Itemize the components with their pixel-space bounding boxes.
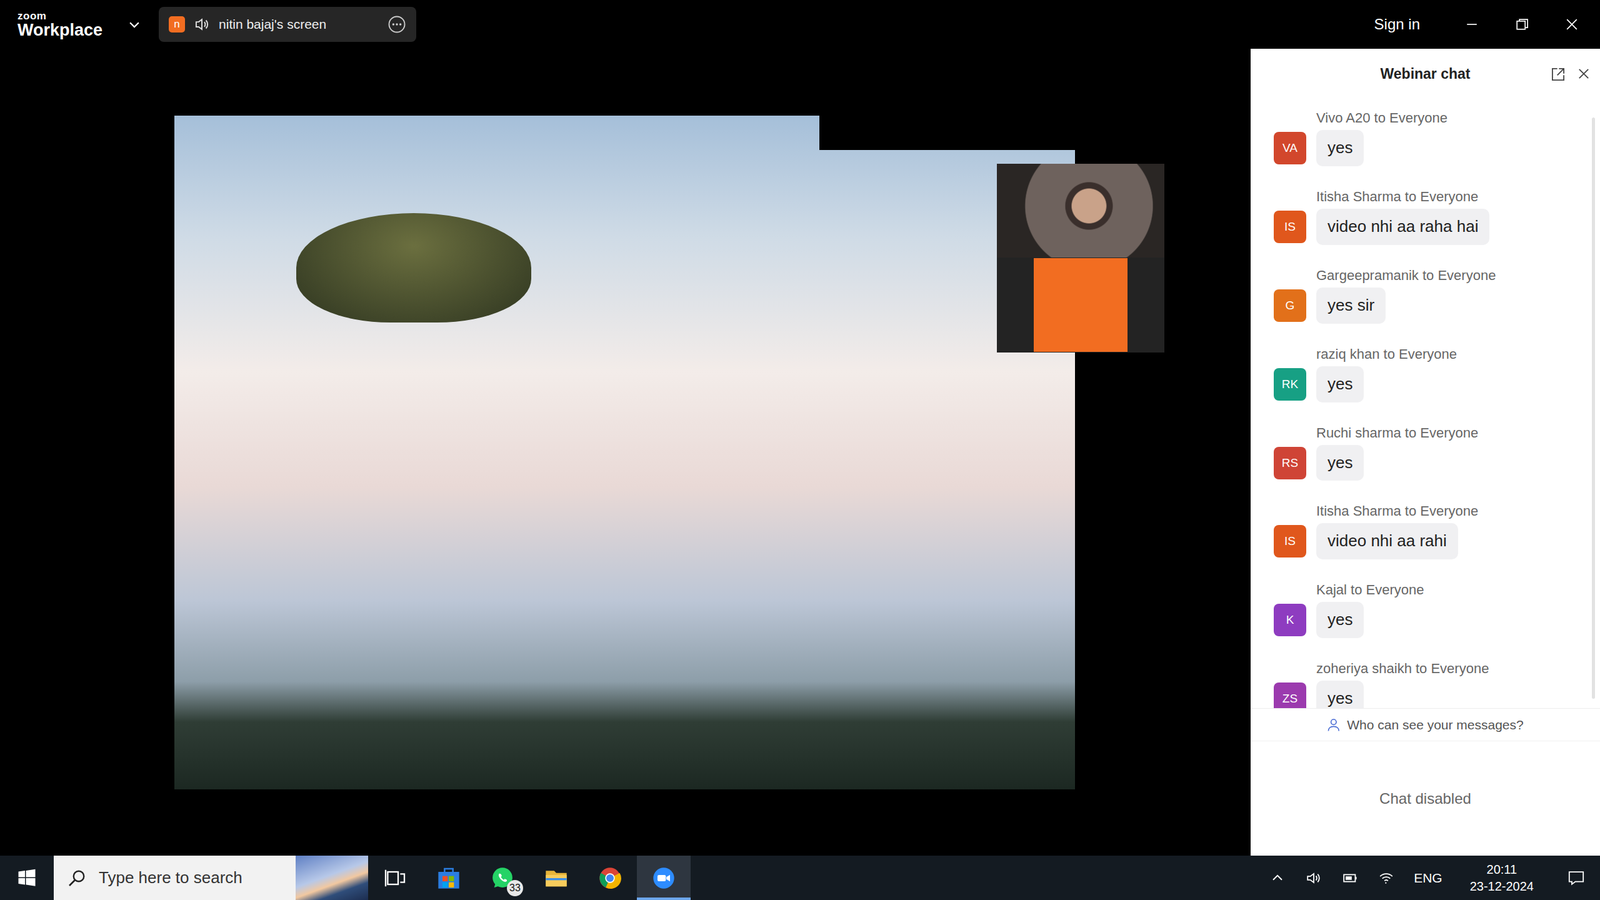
message-sender: Itisha Sharma to Everyone [1316,503,1575,520]
share-avatar: n [168,16,185,33]
minimize-icon[interactable] [1463,16,1480,33]
share-indicator[interactable]: n nitin bajaj's screen [158,6,417,42]
chat-status-text: Chat disabled [1379,790,1472,808]
taskbar-app[interactable] [368,855,422,900]
taskbar: Type here to search 33 ENG 20:11 23-12-2… [0,855,1600,900]
windows-icon [17,868,37,888]
message-list: Vivo A20 to Everyone VA yes Itisha Sharma… [1250,98,1600,709]
zoom-logo[interactable]: zoom Workplace [17,10,103,39]
chat-header: Webinar chat [1250,48,1600,99]
window-controls [1463,16,1580,33]
message-sender: Kajal to Everyone [1316,581,1575,599]
visibility-note[interactable]: Who can see your messages? [1250,708,1600,741]
scrollbar[interactable] [1591,117,1595,699]
sender-avatar: VA [1273,131,1307,165]
taskbar-app[interactable] [636,855,691,900]
sender-avatar: K [1273,603,1307,637]
sender-avatar: RK [1273,368,1307,401]
chat-message: Itisha Sharma to Everyone IS video nhi a… [1273,503,1575,560]
message-sender: Itisha Sharma to Everyone [1316,188,1575,205]
message-sender: zoheriya shaikh to Everyone [1316,660,1575,677]
chat-message: Vivo A20 to Everyone VA yes [1273,110,1575,167]
task-view-icon [382,865,408,891]
search-box[interactable]: Type here to search [53,855,369,900]
close-icon[interactable] [1563,16,1580,33]
search-highlight-image [295,855,369,900]
notification-badge: 33 [506,880,524,897]
speaker-icon[interactable] [193,16,210,33]
chat-message: Itisha Sharma to Everyone IS video nhi a… [1273,188,1575,245]
search-icon [67,868,87,888]
slide-image [174,115,1075,790]
message-bubble: yes [1316,601,1364,639]
message-bubble: video nhi aa rahi [1316,523,1459,560]
language-indicator[interactable]: ENG [1413,870,1443,886]
message-bubble: yes [1316,130,1364,167]
brand-name: zoom [17,10,103,22]
taskbar-app[interactable]: 33 [475,855,530,900]
person-icon [1326,717,1342,733]
message-bubble: video nhi aa raha hai [1316,208,1490,245]
sender-avatar: G [1273,289,1307,322]
sender-avatar: RS [1273,446,1307,480]
message-bubble: yes [1316,445,1364,482]
battery-icon[interactable] [1341,869,1359,887]
chrome-icon [597,865,623,891]
camera-video [996,163,1165,258]
zoom-app-icon [651,865,677,891]
message-bubble: yes [1316,366,1364,403]
message-sender: Vivo A20 to Everyone [1316,110,1575,127]
search-placeholder: Type here to search [98,868,284,888]
app-name: Workplace [17,21,103,39]
visibility-text: Who can see your messages? [1346,717,1524,733]
store-icon [436,865,462,891]
chat-panel: Webinar chat Vivo A20 to Everyone VA yes… [1250,48,1600,856]
system-tray: ENG 20:11 23-12-2024 [1268,855,1600,900]
chat-message: Ruchi sharma to Everyone RS yes [1273,425,1575,482]
video-thumbnails [996,163,1165,353]
taskbar-app[interactable] [583,855,637,900]
message-bubble: yes sir [1316,287,1386,324]
chat-message: raziq khan to Everyone RK yes [1273,346,1575,403]
chat-message: Gargeepramanik to Everyone G yes sir [1273,267,1575,324]
start-button[interactable] [0,855,54,900]
screen: zoom Workplace n nitin bajaj's screen Si… [0,0,1600,900]
watermark-bar [819,115,1075,150]
volume-icon[interactable] [1305,869,1323,887]
title-bar: zoom Workplace n nitin bajaj's screen Si… [0,0,1600,49]
sign-in-button[interactable]: Sign in [1374,15,1420,34]
message-bubble: yes [1316,680,1364,709]
share-stage [0,48,1251,856]
chat-message: zoheriya shaikh to Everyone ZS yes [1273,660,1575,709]
close-icon[interactable] [1576,66,1592,82]
share-label: nitin bajaj's screen [218,16,379,32]
clock[interactable]: 20:11 23-12-2024 [1470,861,1534,895]
folder-icon [543,865,569,891]
chat-status: Chat disabled [1250,740,1600,856]
taskbar-app[interactable] [529,855,584,900]
avatar-video [996,257,1165,353]
message-sender: Ruchi sharma to Everyone [1316,425,1575,442]
parachute-shape [296,213,532,323]
more-icon[interactable] [387,15,407,34]
sender-avatar: ZS [1273,682,1307,709]
clock-time: 20:11 [1486,861,1518,879]
chevron-up-icon[interactable] [1268,869,1287,887]
chevron-down-icon[interactable] [127,17,142,32]
wifi-icon[interactable] [1377,869,1395,887]
popout-icon[interactable] [1550,66,1567,83]
shared-screen [25,115,1225,790]
notifications-icon[interactable] [1567,869,1585,887]
clock-date: 23-12-2024 [1470,878,1534,895]
message-sender: Gargeepramanik to Everyone [1316,267,1575,284]
chat-message: Kajal to Everyone K yes [1273,581,1575,639]
restore-icon[interactable] [1513,16,1530,33]
sender-avatar: IS [1273,210,1307,244]
sender-avatar: IS [1273,525,1307,558]
chat-title: Webinar chat [1380,65,1471,83]
taskbar-app[interactable] [421,855,476,900]
message-sender: raziq khan to Everyone [1316,346,1575,363]
